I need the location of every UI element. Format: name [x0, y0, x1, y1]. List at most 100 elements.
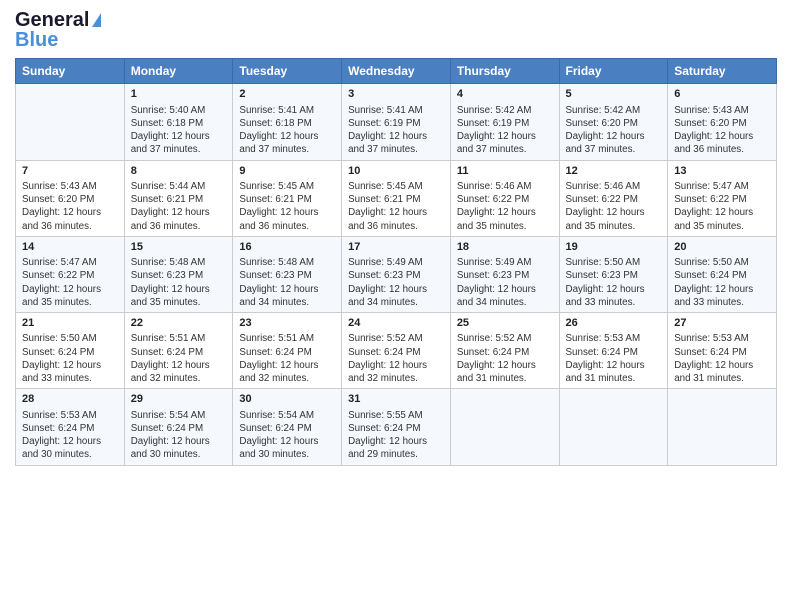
day-cell: 12Sunrise: 5:46 AM Sunset: 6:22 PM Dayli…	[559, 160, 668, 236]
day-info: Sunrise: 5:54 AM Sunset: 6:24 PM Dayligh…	[239, 409, 335, 462]
day-cell: 23Sunrise: 5:51 AM Sunset: 6:24 PM Dayli…	[233, 313, 342, 389]
day-number: 13	[674, 164, 770, 179]
day-cell: 17Sunrise: 5:49 AM Sunset: 6:23 PM Dayli…	[342, 236, 451, 312]
day-info: Sunrise: 5:51 AM Sunset: 6:24 PM Dayligh…	[131, 332, 227, 385]
day-info: Sunrise: 5:44 AM Sunset: 6:21 PM Dayligh…	[131, 180, 227, 233]
day-number: 7	[22, 164, 118, 179]
day-info: Sunrise: 5:54 AM Sunset: 6:24 PM Dayligh…	[131, 409, 227, 462]
day-info: Sunrise: 5:48 AM Sunset: 6:23 PM Dayligh…	[131, 256, 227, 309]
day-number: 31	[348, 392, 444, 407]
day-cell: 10Sunrise: 5:45 AM Sunset: 6:21 PM Dayli…	[342, 160, 451, 236]
day-info: Sunrise: 5:43 AM Sunset: 6:20 PM Dayligh…	[22, 180, 118, 233]
day-info: Sunrise: 5:53 AM Sunset: 6:24 PM Dayligh…	[566, 332, 662, 385]
column-header-saturday: Saturday	[668, 59, 777, 84]
page-header: General Blue	[15, 10, 777, 50]
day-cell: 15Sunrise: 5:48 AM Sunset: 6:23 PM Dayli…	[124, 236, 233, 312]
day-cell: 6 Sunrise: 5:43 AM Sunset: 6:20 PM Daylig…	[668, 84, 777, 160]
day-cell: 22Sunrise: 5:51 AM Sunset: 6:24 PM Dayli…	[124, 313, 233, 389]
day-number: 27	[674, 316, 770, 331]
day-number: 11	[457, 164, 553, 179]
day-info: Sunrise: 5:50 AM Sunset: 6:23 PM Dayligh…	[566, 256, 662, 309]
day-info: Sunrise: 5:50 AM Sunset: 6:24 PM Dayligh…	[22, 332, 118, 385]
day-info: Sunrise: 5:43 AM Sunset: 6:20 PM Dayligh…	[674, 104, 770, 157]
logo-general-text: General	[15, 9, 89, 31]
day-cell: 28 Sunrise: 5:53 AM Sunset: 6:24 PM Dayli…	[16, 389, 125, 465]
day-number: 15	[131, 240, 227, 255]
day-cell: 29 Sunrise: 5:54 AM Sunset: 6:24 PM Dayli…	[124, 389, 233, 465]
day-info: Sunrise: 5:47 AM Sunset: 6:22 PM Dayligh…	[674, 180, 770, 233]
day-info: Sunrise: 5:47 AM Sunset: 6:22 PM Dayligh…	[22, 256, 118, 309]
column-header-tuesday: Tuesday	[233, 59, 342, 84]
day-info: Sunrise: 5:55 AM Sunset: 6:24 PM Dayligh…	[348, 409, 444, 462]
day-number: 20	[674, 240, 770, 255]
day-number: 16	[239, 240, 335, 255]
day-info: Sunrise: 5:49 AM Sunset: 6:23 PM Dayligh…	[457, 256, 553, 309]
day-info: Sunrise: 5:51 AM Sunset: 6:24 PM Dayligh…	[239, 332, 335, 385]
day-number: 6	[674, 87, 770, 102]
day-cell: 24Sunrise: 5:52 AM Sunset: 6:24 PM Dayli…	[342, 313, 451, 389]
week-row-2: 7Sunrise: 5:43 AM Sunset: 6:20 PM Daylig…	[16, 160, 777, 236]
column-header-friday: Friday	[559, 59, 668, 84]
day-info: Sunrise: 5:53 AM Sunset: 6:24 PM Dayligh…	[674, 332, 770, 385]
day-number: 26	[566, 316, 662, 331]
day-cell: 11Sunrise: 5:46 AM Sunset: 6:22 PM Dayli…	[450, 160, 559, 236]
day-number: 4	[457, 87, 553, 102]
day-number: 24	[348, 316, 444, 331]
day-cell: 21Sunrise: 5:50 AM Sunset: 6:24 PM Dayli…	[16, 313, 125, 389]
day-cell: 3Sunrise: 5:41 AM Sunset: 6:19 PM Daylig…	[342, 84, 451, 160]
week-row-3: 14Sunrise: 5:47 AM Sunset: 6:22 PM Dayli…	[16, 236, 777, 312]
day-info: Sunrise: 5:42 AM Sunset: 6:20 PM Dayligh…	[566, 104, 662, 157]
day-cell	[16, 84, 125, 160]
day-number: 28	[22, 392, 118, 407]
day-info: Sunrise: 5:48 AM Sunset: 6:23 PM Dayligh…	[239, 256, 335, 309]
day-number: 19	[566, 240, 662, 255]
day-info: Sunrise: 5:40 AM Sunset: 6:18 PM Dayligh…	[131, 104, 227, 157]
column-header-wednesday: Wednesday	[342, 59, 451, 84]
page-container: General Blue SundayMondayTuesdayWednesda…	[0, 0, 792, 612]
day-info: Sunrise: 5:41 AM Sunset: 6:19 PM Dayligh…	[348, 104, 444, 157]
day-cell: 9Sunrise: 5:45 AM Sunset: 6:21 PM Daylig…	[233, 160, 342, 236]
day-info: Sunrise: 5:49 AM Sunset: 6:23 PM Dayligh…	[348, 256, 444, 309]
day-cell: 4 Sunrise: 5:42 AM Sunset: 6:19 PM Daylig…	[450, 84, 559, 160]
day-info: Sunrise: 5:46 AM Sunset: 6:22 PM Dayligh…	[566, 180, 662, 233]
calendar-table: SundayMondayTuesdayWednesdayThursdayFrid…	[15, 58, 777, 465]
day-number: 8	[131, 164, 227, 179]
day-cell: 16Sunrise: 5:48 AM Sunset: 6:23 PM Dayli…	[233, 236, 342, 312]
day-number: 9	[239, 164, 335, 179]
day-number: 10	[348, 164, 444, 179]
day-cell: 20Sunrise: 5:50 AM Sunset: 6:24 PM Dayli…	[668, 236, 777, 312]
day-cell: 2Sunrise: 5:41 AM Sunset: 6:18 PM Daylig…	[233, 84, 342, 160]
day-number: 14	[22, 240, 118, 255]
day-info: Sunrise: 5:50 AM Sunset: 6:24 PM Dayligh…	[674, 256, 770, 309]
day-info: Sunrise: 5:46 AM Sunset: 6:22 PM Dayligh…	[457, 180, 553, 233]
column-header-sunday: Sunday	[16, 59, 125, 84]
logo: General Blue	[15, 10, 101, 50]
day-cell: 8Sunrise: 5:44 AM Sunset: 6:21 PM Daylig…	[124, 160, 233, 236]
day-info: Sunrise: 5:52 AM Sunset: 6:24 PM Dayligh…	[457, 332, 553, 385]
day-info: Sunrise: 5:42 AM Sunset: 6:19 PM Dayligh…	[457, 104, 553, 157]
calendar-header-row: SundayMondayTuesdayWednesdayThursdayFrid…	[16, 59, 777, 84]
day-cell: 25Sunrise: 5:52 AM Sunset: 6:24 PM Dayli…	[450, 313, 559, 389]
week-row-5: 28 Sunrise: 5:53 AM Sunset: 6:24 PM Dayli…	[16, 389, 777, 465]
column-header-monday: Monday	[124, 59, 233, 84]
week-row-1: 1 Sunrise: 5:40 AM Sunset: 6:18 PM Daylig…	[16, 84, 777, 160]
day-number: 12	[566, 164, 662, 179]
day-number: 23	[239, 316, 335, 331]
day-cell: 5Sunrise: 5:42 AM Sunset: 6:20 PM Daylig…	[559, 84, 668, 160]
day-number: 1	[131, 87, 227, 102]
day-number: 2	[239, 87, 335, 102]
logo-triangle-icon	[92, 13, 101, 27]
day-number: 17	[348, 240, 444, 255]
day-number: 25	[457, 316, 553, 331]
day-info: Sunrise: 5:52 AM Sunset: 6:24 PM Dayligh…	[348, 332, 444, 385]
day-cell: 14Sunrise: 5:47 AM Sunset: 6:22 PM Dayli…	[16, 236, 125, 312]
day-number: 30	[239, 392, 335, 407]
day-cell: 30 Sunrise: 5:54 AM Sunset: 6:24 PM Dayli…	[233, 389, 342, 465]
day-cell	[668, 389, 777, 465]
day-number: 29	[131, 392, 227, 407]
day-cell: 18Sunrise: 5:49 AM Sunset: 6:23 PM Dayli…	[450, 236, 559, 312]
day-info: Sunrise: 5:53 AM Sunset: 6:24 PM Dayligh…	[22, 409, 118, 462]
day-cell	[559, 389, 668, 465]
column-header-thursday: Thursday	[450, 59, 559, 84]
day-cell: 26Sunrise: 5:53 AM Sunset: 6:24 PM Dayli…	[559, 313, 668, 389]
